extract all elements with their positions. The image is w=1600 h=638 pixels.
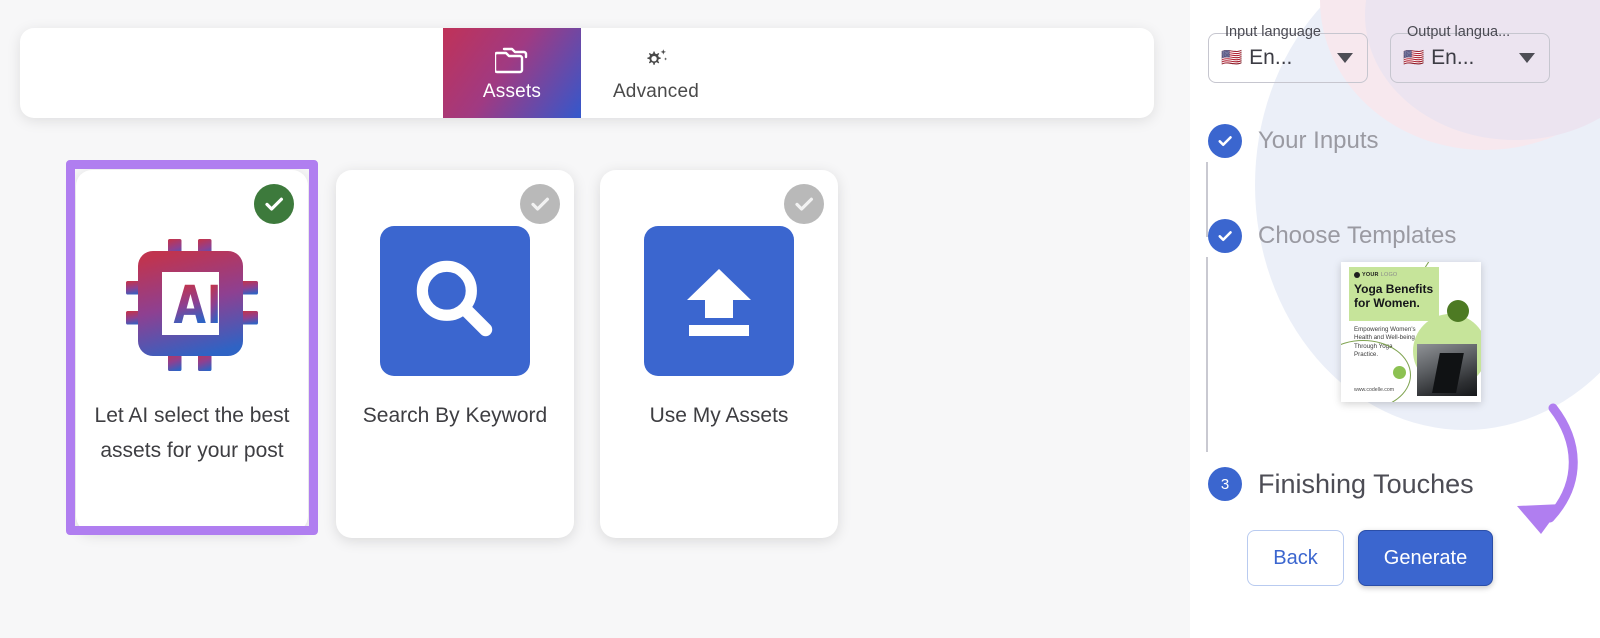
output-language-value: 🇺🇸 En... [1403, 46, 1474, 70]
magnifier-icon [380, 226, 530, 376]
template-headline: Yoga Benefits for Women. [1354, 282, 1434, 310]
step-choose-templates[interactable]: Choose Templates [1208, 215, 1600, 257]
gear-sparkle-icon [639, 44, 673, 76]
step-your-inputs-label: Your Inputs [1258, 127, 1379, 154]
step-number-badge: 3 [1208, 467, 1242, 501]
step-your-inputs[interactable]: Your Inputs [1208, 120, 1600, 162]
template-circle-accent [1393, 366, 1406, 379]
tab-assets[interactable]: Assets [443, 28, 581, 118]
sidebar-panel: Input language 🇺🇸 En... Output langua...… [1190, 0, 1600, 638]
option-card-search-label: Search By Keyword [362, 404, 548, 427]
template-circle-dark [1447, 300, 1469, 322]
check-badge-selected-icon [254, 184, 294, 224]
option-card-use-my-assets[interactable]: Use My Assets [600, 170, 838, 538]
step-complete-check-icon [1208, 124, 1242, 158]
output-language-label: Output langua... [1402, 24, 1516, 40]
back-button[interactable]: Back [1247, 530, 1344, 586]
app-root: Assets Advanced Let AI select the best a… [0, 0, 1600, 638]
check-badge-unselected-icon [520, 184, 560, 224]
input-language-text: En... [1249, 46, 1293, 69]
language-selectors: Input language 🇺🇸 En... Output langua...… [1208, 24, 1550, 83]
option-card-upload-label: Use My Assets [649, 404, 789, 427]
main-content-area: Assets Advanced Let AI select the best a… [0, 0, 1190, 638]
tab-bar: Assets Advanced [20, 28, 1154, 118]
tab-assets-label: Assets [482, 80, 542, 102]
output-language-text: En... [1431, 46, 1475, 69]
us-flag-icon: 🇺🇸 [1403, 48, 1425, 67]
us-flag-icon: 🇺🇸 [1221, 48, 1243, 67]
step-finishing-touches[interactable]: 3 Finishing Touches [1208, 463, 1600, 505]
output-language-select[interactable]: Output langua... 🇺🇸 En... [1390, 24, 1550, 83]
step-finishing-touches-label: Finishing Touches [1258, 468, 1474, 499]
template-logo: YOUR LOGO [1354, 272, 1397, 278]
step-choose-templates-label: Choose Templates [1258, 222, 1457, 249]
template-logo-brand: YOUR [1362, 272, 1379, 278]
template-photo [1417, 344, 1477, 396]
option-card-ai-select[interactable]: Let AI select the best assets for your p… [76, 170, 308, 532]
input-language-label: Input language [1220, 24, 1326, 40]
template-url: www.codelle.com [1354, 387, 1395, 393]
action-buttons: Back Generate [1247, 530, 1493, 586]
tab-advanced[interactable]: Advanced [581, 28, 731, 118]
upload-icon [644, 226, 794, 376]
progress-stepper: Your Inputs Choose Templates YOUR LOGO Y… [1208, 120, 1600, 505]
stepper-connector [1206, 257, 1208, 452]
folder-icon [495, 44, 529, 76]
template-logo-suffix: LOGO [1380, 272, 1398, 278]
asset-option-cards: Let AI select the best assets for your p… [0, 160, 1190, 560]
generate-button[interactable]: Generate [1358, 530, 1493, 586]
option-card-search-keyword[interactable]: Search By Keyword [336, 170, 574, 538]
input-language-value: 🇺🇸 En... [1221, 46, 1292, 70]
tab-advanced-label: Advanced [612, 80, 700, 102]
chevron-down-icon[interactable] [1519, 53, 1535, 63]
check-badge-unselected-icon [784, 184, 824, 224]
chevron-down-icon[interactable] [1337, 53, 1353, 63]
template-logo-mark [1354, 272, 1360, 278]
input-language-select[interactable]: Input language 🇺🇸 En... [1208, 24, 1368, 83]
option-card-ai-label: Let AI select the best assets for your p… [94, 404, 290, 462]
step-complete-check-icon [1208, 219, 1242, 253]
ai-chip-icon [117, 230, 267, 380]
selected-template-thumbnail[interactable]: YOUR LOGO Yoga Benefits for Women. Empow… [1341, 262, 1481, 402]
stepper-connector [1206, 162, 1208, 237]
